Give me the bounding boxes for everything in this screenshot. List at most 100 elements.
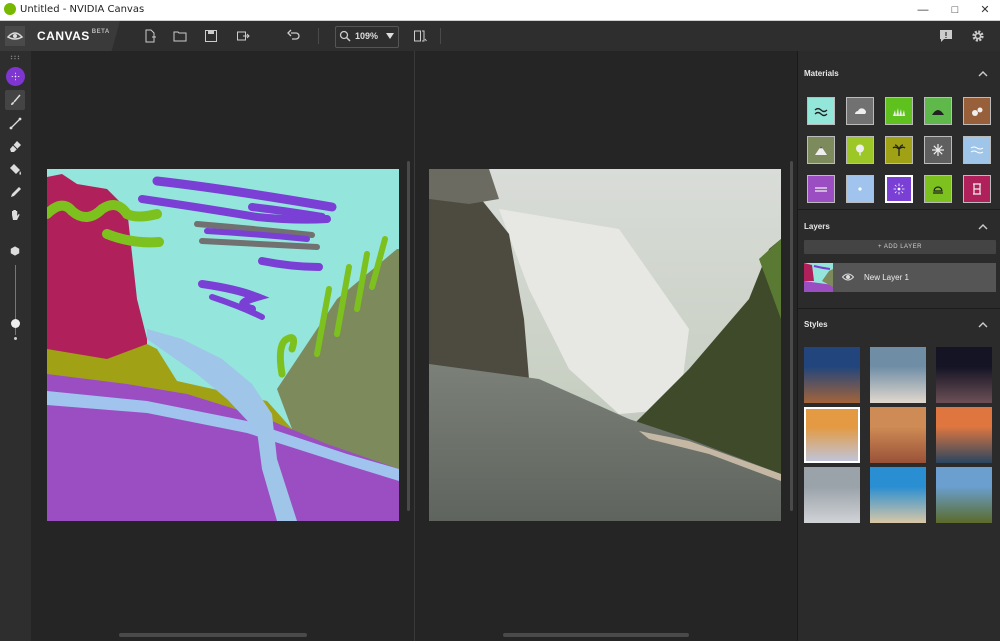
toggle-view-button[interactable] bbox=[410, 26, 430, 46]
new-file-button[interactable] bbox=[140, 26, 160, 46]
material-cloud[interactable] bbox=[846, 97, 874, 125]
material-stone[interactable] bbox=[807, 175, 835, 203]
eyedropper-tool[interactable] bbox=[5, 182, 25, 202]
active-material-swatch[interactable] bbox=[6, 67, 25, 86]
brush-size-slider-handle[interactable] bbox=[11, 319, 20, 328]
material-river[interactable] bbox=[963, 136, 991, 164]
material-palm[interactable] bbox=[885, 136, 913, 164]
style-thumbnail[interactable] bbox=[804, 467, 860, 523]
dome-icon bbox=[933, 186, 943, 194]
tower-icon bbox=[973, 183, 981, 195]
app-name: CANVAS BETA bbox=[37, 29, 110, 43]
nvidia-logo-icon bbox=[5, 26, 25, 46]
lines-icon bbox=[815, 187, 827, 192]
brush-size-max-icon bbox=[5, 241, 25, 261]
layers-title: Layers bbox=[804, 222, 830, 231]
material-sky[interactable] bbox=[885, 175, 913, 203]
waves-icon bbox=[814, 107, 828, 117]
new-file-icon bbox=[145, 29, 156, 43]
chevron-up-icon[interactable] bbox=[978, 69, 988, 79]
right-horizontal-scrollbar[interactable] bbox=[503, 633, 689, 637]
style-thumbnail[interactable] bbox=[936, 347, 992, 403]
style-thumbnail[interactable] bbox=[804, 347, 860, 403]
output-preview bbox=[429, 169, 781, 521]
material-snow[interactable] bbox=[924, 136, 952, 164]
river-icon bbox=[970, 146, 984, 154]
main-toolbar: CANVAS BETA 109% bbox=[0, 21, 1000, 51]
drag-handle-icon[interactable] bbox=[5, 52, 25, 62]
chevron-up-icon[interactable] bbox=[978, 320, 988, 330]
export-icon bbox=[237, 31, 250, 41]
paint-bucket-icon bbox=[9, 163, 21, 175]
material-building[interactable] bbox=[963, 175, 991, 203]
eyedropper-icon bbox=[10, 186, 21, 197]
workspace bbox=[31, 51, 797, 641]
section-divider bbox=[798, 308, 1000, 309]
style-thumbnail[interactable] bbox=[870, 407, 926, 463]
export-button[interactable] bbox=[233, 26, 253, 46]
style-thumbnail[interactable] bbox=[870, 467, 926, 523]
eye-icon[interactable] bbox=[842, 272, 854, 282]
close-icon[interactable]: ✕ bbox=[970, 0, 1000, 20]
rocks-icon bbox=[972, 107, 983, 116]
brush-icon bbox=[10, 94, 21, 105]
cloud-icon bbox=[855, 108, 866, 114]
material-hill[interactable] bbox=[924, 97, 952, 125]
brush-tool[interactable] bbox=[5, 90, 25, 110]
brand: CANVAS BETA bbox=[0, 21, 120, 51]
material-fog[interactable] bbox=[846, 175, 874, 203]
open-button[interactable] bbox=[170, 26, 190, 46]
line-tool[interactable] bbox=[5, 113, 25, 133]
minimize-icon[interactable]: — bbox=[908, 0, 938, 20]
style-thumbnail[interactable] bbox=[936, 467, 992, 523]
zoom-value: 109% bbox=[355, 31, 379, 41]
layer-name: New Layer 1 bbox=[864, 273, 909, 282]
zoom-dropdown[interactable]: 109% bbox=[335, 26, 399, 48]
hill-icon bbox=[932, 110, 944, 115]
material-grass[interactable] bbox=[885, 97, 913, 125]
material-dirt[interactable] bbox=[963, 97, 991, 125]
hand-icon bbox=[11, 209, 20, 220]
tree-icon bbox=[856, 144, 864, 156]
palm-icon bbox=[892, 144, 906, 156]
section-divider bbox=[798, 209, 1000, 210]
title-bar: Untitled - NVIDIA Canvas — □ ✕ bbox=[0, 0, 1000, 21]
undo-button[interactable] bbox=[284, 26, 304, 46]
toolbar-divider bbox=[440, 28, 441, 44]
feedback-icon bbox=[940, 30, 952, 42]
eraser-tool[interactable] bbox=[5, 136, 25, 156]
pane-divider[interactable] bbox=[414, 51, 415, 641]
folder-icon bbox=[173, 31, 187, 42]
undo-icon bbox=[287, 29, 300, 40]
magnifier-icon bbox=[339, 30, 351, 42]
layer-item[interactable]: New Layer 1 bbox=[804, 263, 996, 292]
save-button[interactable] bbox=[201, 26, 221, 46]
chevron-up-icon[interactable] bbox=[978, 222, 988, 232]
right-vertical-scrollbar[interactable] bbox=[790, 161, 793, 511]
right-panel: Materials Layers + ADD LAYER New Layer 1… bbox=[797, 51, 1000, 641]
drawing-canvas[interactable] bbox=[42, 169, 399, 521]
style-thumbnail[interactable] bbox=[870, 347, 926, 403]
materials-title: Materials bbox=[804, 69, 839, 78]
left-vertical-scrollbar[interactable] bbox=[407, 161, 410, 511]
snowflake-icon bbox=[932, 144, 944, 156]
layer-thumbnail bbox=[804, 263, 833, 292]
style-thumbnail[interactable] bbox=[936, 407, 992, 463]
material-sand[interactable] bbox=[924, 175, 952, 203]
tool-strip bbox=[0, 51, 31, 641]
styles-title: Styles bbox=[804, 320, 828, 329]
material-sea[interactable] bbox=[807, 97, 835, 125]
fill-tool[interactable] bbox=[5, 159, 25, 179]
feedback-button[interactable] bbox=[936, 26, 956, 46]
dot-icon bbox=[858, 187, 862, 191]
material-mountain[interactable] bbox=[807, 136, 835, 164]
settings-button[interactable] bbox=[968, 26, 988, 46]
style-thumbnail[interactable] bbox=[804, 407, 860, 463]
maximize-icon[interactable]: □ bbox=[940, 0, 970, 20]
pan-tool[interactable] bbox=[5, 204, 25, 224]
gear-icon bbox=[972, 30, 984, 42]
add-layer-button[interactable]: + ADD LAYER bbox=[804, 240, 996, 254]
left-horizontal-scrollbar[interactable] bbox=[119, 633, 307, 637]
eraser-icon bbox=[9, 140, 21, 152]
material-tree[interactable] bbox=[846, 136, 874, 164]
